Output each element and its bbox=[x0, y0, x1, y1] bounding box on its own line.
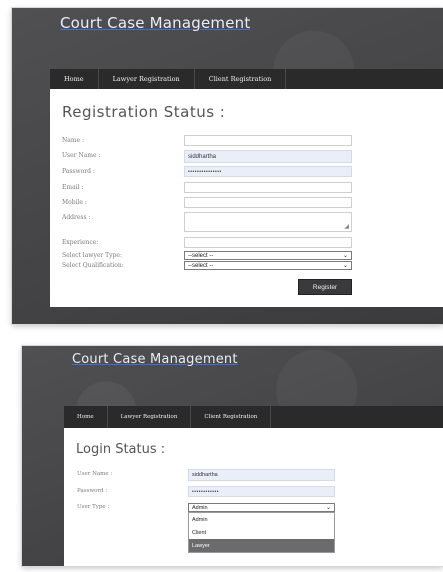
name-field[interactable] bbox=[184, 135, 352, 146]
password-label: Password : bbox=[62, 168, 95, 175]
usertype-select[interactable]: Admin ⌄ bbox=[188, 503, 335, 512]
usertype-dropdown-list: Admin Client Lawyer bbox=[188, 512, 335, 553]
experience-label: Experience: bbox=[62, 239, 99, 246]
usertype-value: Admin bbox=[192, 504, 208, 511]
username-field[interactable]: siddhartha bbox=[184, 150, 352, 163]
site-title[interactable]: Court Case Management bbox=[72, 352, 238, 367]
registration-screenshot: Court Case Management Home Lawyer Regist… bbox=[12, 8, 443, 324]
address-label: Address : bbox=[62, 214, 91, 221]
nav-home[interactable]: Home bbox=[50, 69, 99, 89]
qualification-select[interactable]: --select -- ⌄ bbox=[184, 261, 352, 270]
lawyer-type-value: --select -- bbox=[188, 252, 214, 259]
username-label: User Name : bbox=[62, 152, 101, 159]
site-title[interactable]: Court Case Management bbox=[60, 14, 250, 32]
qualification-label: Select Qualification: bbox=[62, 262, 124, 269]
lawyer-type-label: Select lawyer Type: bbox=[62, 252, 122, 259]
chevron-down-icon: ⌄ bbox=[325, 505, 331, 511]
username-label: User Name : bbox=[77, 471, 113, 477]
chevron-down-icon: ⌄ bbox=[342, 263, 348, 269]
registration-panel: Registration Status : Name : User Name :… bbox=[50, 89, 443, 307]
login-screenshot: Court Case Management Home Lawyer Regist… bbox=[22, 346, 443, 566]
usertype-option-admin[interactable]: Admin bbox=[189, 513, 334, 526]
lawyer-type-select[interactable]: --select -- ⌄ bbox=[184, 251, 352, 260]
main-nav: Home Lawyer Registration Client Registra… bbox=[50, 69, 443, 89]
chevron-down-icon: ⌄ bbox=[342, 253, 348, 259]
nav-lawyer-registration[interactable]: Lawyer Registration bbox=[108, 406, 192, 428]
password-field[interactable]: •••••••••••• bbox=[188, 486, 335, 497]
address-textarea[interactable]: ◢ bbox=[184, 212, 352, 232]
mobile-label: Mobile : bbox=[62, 199, 87, 206]
mobile-field[interactable] bbox=[184, 197, 352, 208]
name-label: Name : bbox=[62, 137, 84, 144]
nav-client-registration[interactable]: Client Registration bbox=[195, 69, 287, 89]
register-button[interactable]: Register bbox=[298, 279, 352, 295]
nav-client-registration[interactable]: Client Registration bbox=[191, 406, 272, 428]
usertype-label: User Type : bbox=[77, 504, 110, 510]
resize-grip-icon[interactable]: ◢ bbox=[344, 223, 349, 230]
qualification-value: --select -- bbox=[188, 262, 214, 269]
usertype-option-lawyer[interactable]: Lawyer bbox=[189, 539, 334, 552]
username-field[interactable]: siddhartha bbox=[188, 469, 335, 481]
page-title: Registration Status : bbox=[62, 103, 226, 121]
email-field[interactable] bbox=[184, 182, 352, 193]
nav-lawyer-registration[interactable]: Lawyer Registration bbox=[99, 69, 195, 89]
main-nav: Home Lawyer Registration Client Registra… bbox=[64, 406, 443, 428]
password-field[interactable]: ••••••••••••••• bbox=[184, 166, 352, 177]
nav-home[interactable]: Home bbox=[64, 406, 108, 428]
email-label: Email : bbox=[62, 184, 84, 191]
login-panel: Login Status : User Name : siddhartha Pa… bbox=[64, 428, 443, 566]
experience-field[interactable] bbox=[184, 237, 352, 248]
password-label: Password : bbox=[77, 488, 108, 494]
page-title: Login Status : bbox=[76, 442, 166, 457]
usertype-option-client[interactable]: Client bbox=[189, 526, 334, 539]
